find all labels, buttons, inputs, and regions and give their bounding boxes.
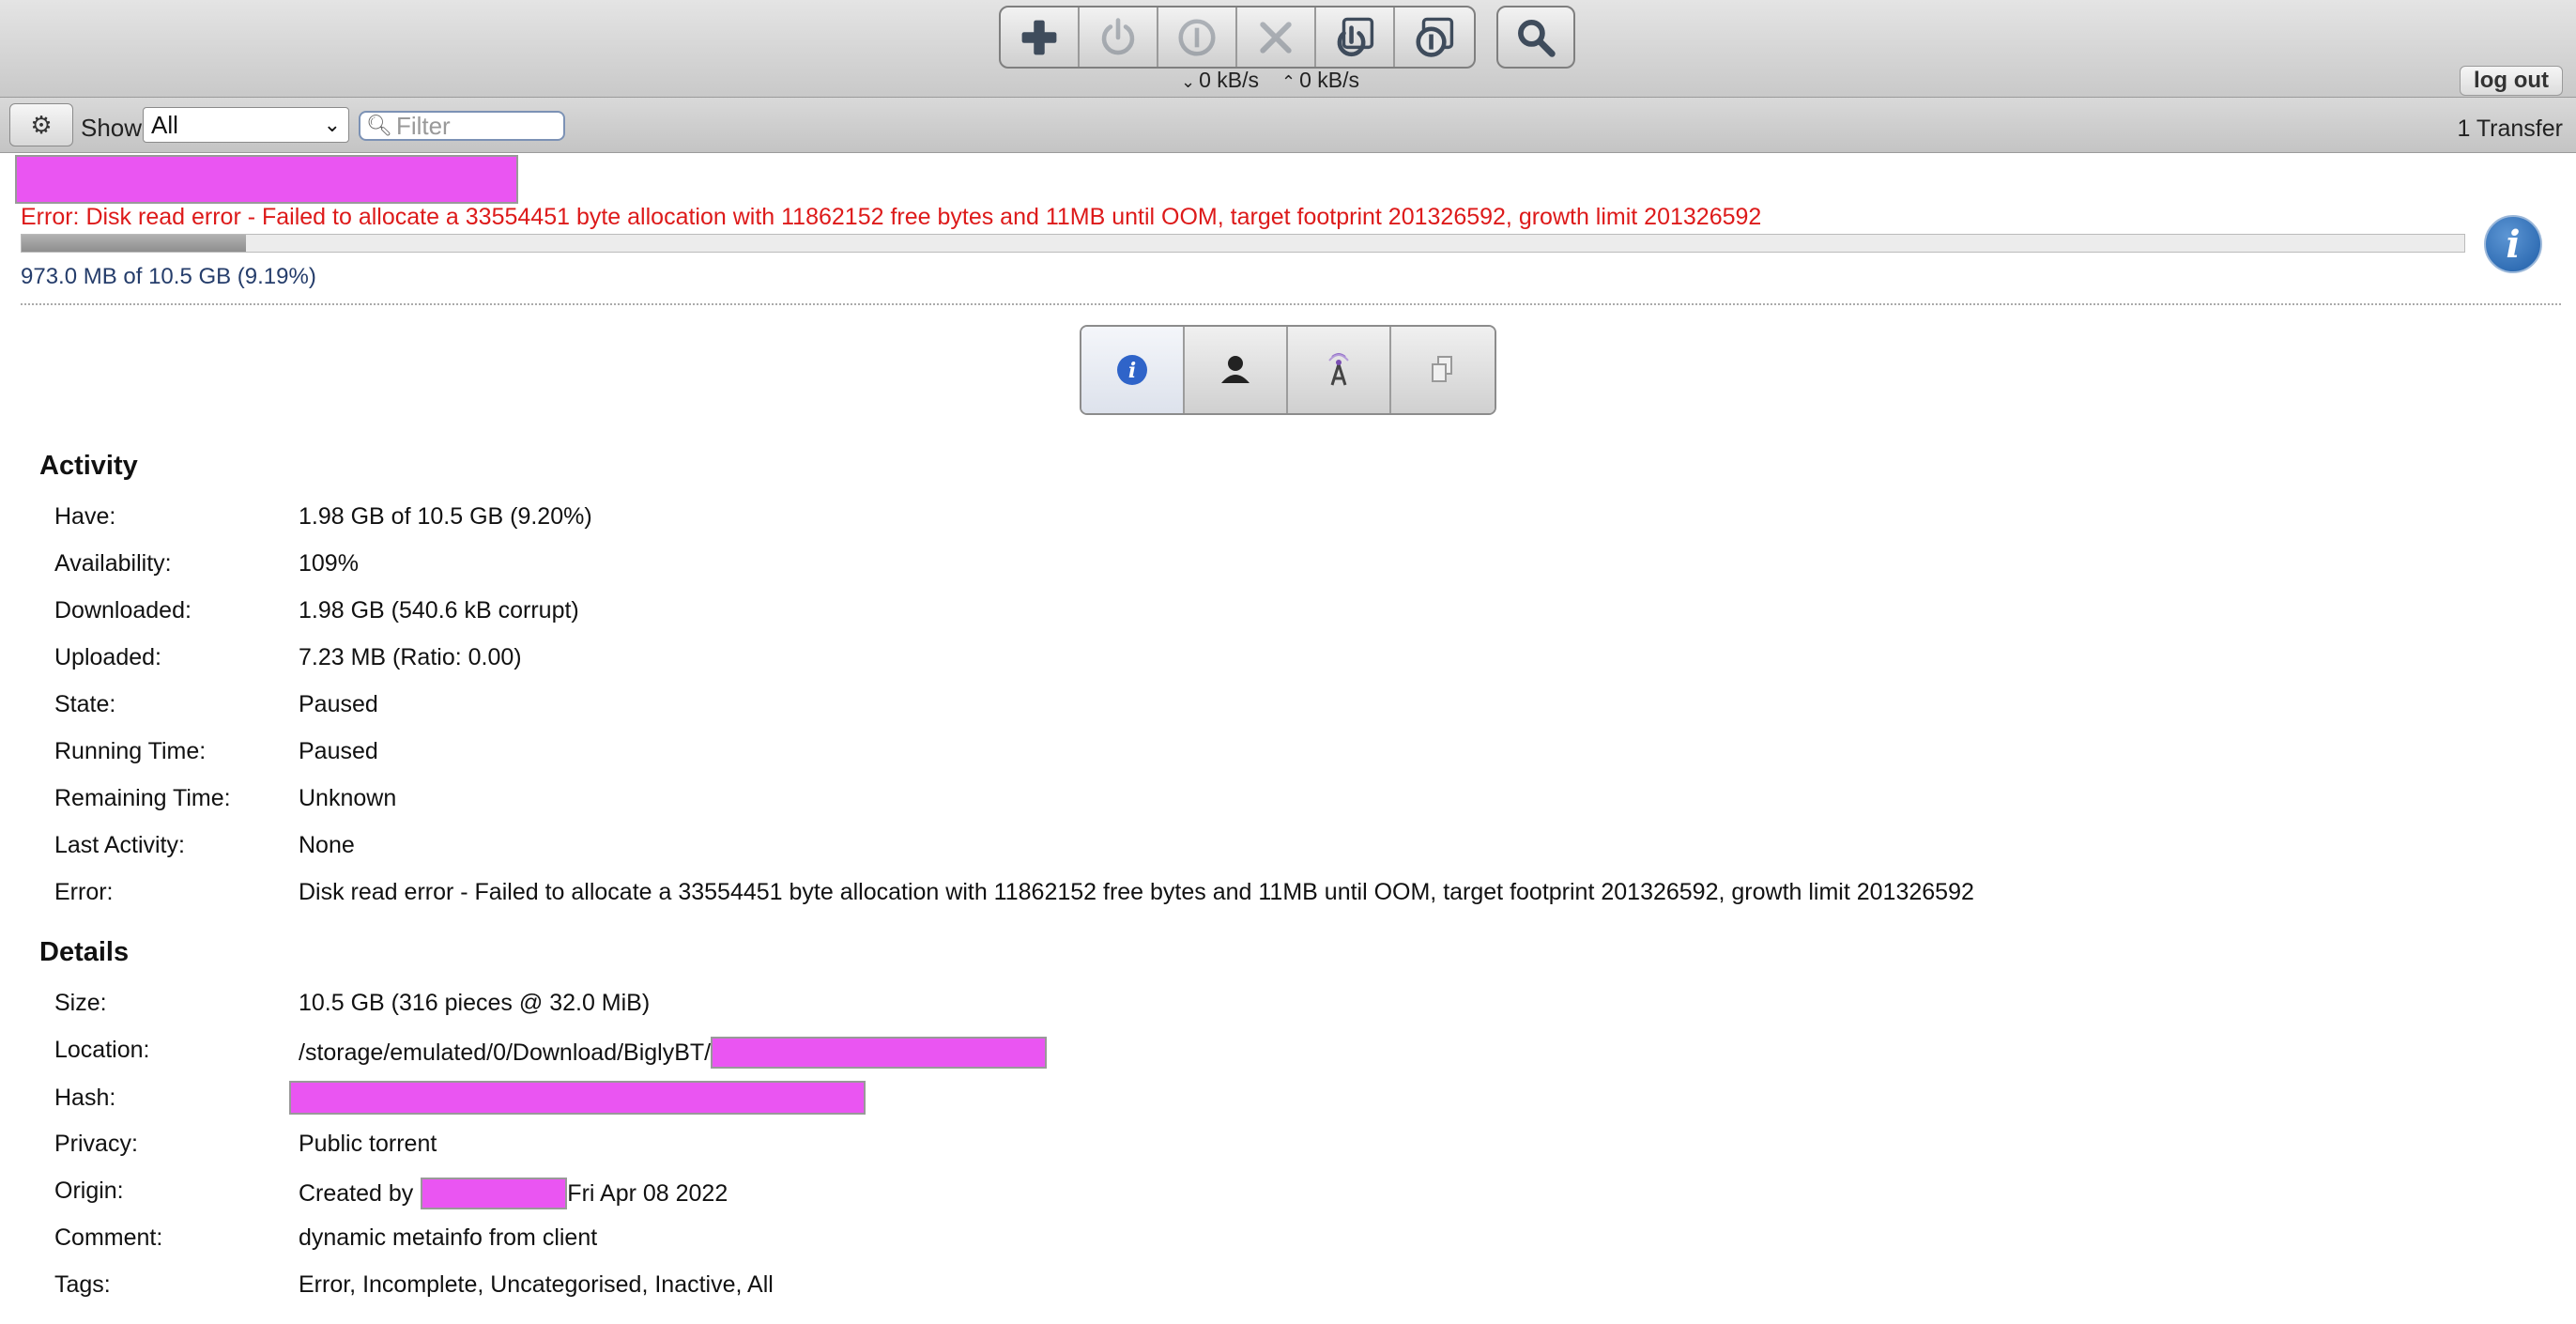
activity-value: Disk read error - Failed to allocate a 3… [299,879,1974,905]
row-divider [21,303,2561,305]
torrent-row[interactable]: Error: Disk read error - Failed to alloc… [0,153,2576,303]
transfer-rates: ⌄ 0 kB/s ⌃ 0 kB/s [1181,68,1359,93]
torrent-name-redacted [15,155,518,204]
activity-value: 109% [299,550,359,577]
detail-value: 10.5 GB (316 pieces @ 32.0 MiB) [299,990,651,1016]
activity-value: Unknown [299,785,397,811]
activity-key: Availability: [54,550,172,577]
tab-info[interactable]: i [1081,327,1185,413]
pause-button[interactable] [1158,8,1237,67]
activity-key: Last Activity: [54,832,185,858]
detail-key: Origin: [54,1178,124,1204]
torrent-progress-fill [22,235,247,252]
gear-icon: ⚙ [30,110,53,139]
detail-key: Comment: [54,1224,163,1251]
plus-icon [1021,20,1057,54]
search-icon [1518,19,1556,57]
detail-key: Tags: [54,1271,111,1298]
svg-text:i: i [1128,359,1136,383]
settings-button[interactable]: ⚙ [9,103,73,146]
location-redacted [711,1037,1048,1069]
location-path: /storage/emulated/0/Download/BiglyBT/ [299,1039,712,1066]
main-toolbar: ⌄ 0 kB/s ⌃ 0 kB/s log out [0,0,2576,98]
origin-creator-redacted [421,1178,568,1209]
torrent-actions-group [999,6,1476,69]
detail-key: Hash: [54,1085,116,1111]
upload-rate: ⌃ 0 kB/s [1281,68,1360,92]
close-icon [1260,21,1292,54]
pause-all-icon [1416,17,1454,57]
filter-placeholder: Filter [395,111,451,140]
detail-value: Error, Incomplete, Uncategorised, Inacti… [299,1271,774,1298]
details-heading: Details [39,937,130,967]
torrent-progress-text: 973.0 MB of 10.5 GB (9.19%) [21,264,316,289]
download-rate: ⌄ 0 kB/s [1181,68,1260,92]
info-icon: i [1117,355,1147,385]
detail-value: /storage/emulated/0/Download/BiglyBT/ [299,1037,1048,1069]
torrent-progress-bar [21,234,2465,253]
detail-value: dynamic metainfo from client [299,1224,598,1251]
detail-key: Privacy: [54,1131,138,1157]
show-filter-value: All [151,111,178,139]
power-icon [1101,17,1135,54]
activity-value: Paused [299,691,378,717]
pause-icon [1178,18,1216,56]
origin-prefix: Created by [299,1179,414,1207]
start-button[interactable] [1080,8,1158,67]
activity-key: Error: [54,879,114,905]
torrent-info-button[interactable]: i [2484,215,2542,273]
activity-key: Remaining Time: [54,785,231,811]
detail-key: Size: [54,990,107,1016]
detail-value: Created by Fri Apr 08 2022 [299,1178,728,1209]
chevron-down-icon: ⌄ [1181,72,1196,91]
chevron-up-icon: ⌃ [1281,72,1296,91]
activity-heading: Activity [39,451,138,481]
search-icon: 🔍︎ [366,114,392,137]
hash-redacted [289,1081,866,1115]
start-all-icon [1337,17,1374,56]
show-label: Show [81,114,143,142]
activity-key: Running Time: [54,738,207,764]
remove-button[interactable] [1237,8,1316,67]
info-icon: i [2506,222,2521,267]
logout-button[interactable]: log out [2460,66,2563,96]
show-filter-select[interactable]: All ⌄ [143,107,349,143]
start-all-button[interactable] [1316,8,1395,67]
activity-key: Uploaded: [54,644,161,670]
tab-files[interactable] [1391,327,1495,413]
filter-input[interactable]: 🔍︎ Filter [359,111,565,141]
tab-trackers[interactable] [1288,327,1391,413]
activity-value: None [299,832,355,858]
activity-key: Downloaded: [54,597,192,624]
chevron-down-icon: ⌄ [323,113,341,136]
inspector-button[interactable] [1498,8,1573,67]
torrent-error-text: Error: Disk read error - Failed to alloc… [21,204,1762,230]
filter-bar: ⚙ Show All ⌄ 🔍︎ Filter 1 Transfer [0,98,2576,153]
activity-value: 1.98 GB (540.6 kB corrupt) [299,597,579,624]
activity-value: 7.23 MB (Ratio: 0.00) [299,644,522,670]
tab-peers[interactable] [1185,327,1288,413]
files-icon [1432,356,1452,382]
detail-value [289,1081,866,1115]
activity-value: 1.98 GB of 10.5 GB (9.20%) [299,503,592,530]
trackers-icon [1328,353,1349,386]
origin-date: Fri Apr 08 2022 [567,1179,728,1207]
activity-key: Have: [54,503,116,530]
inspector-tabs: i [1080,325,1496,415]
detail-key: Location: [54,1037,150,1063]
inspector-toggle-group [1496,6,1575,69]
activity-key: State: [54,691,116,717]
add-torrent-button[interactable] [1001,8,1080,67]
detail-value: Public torrent [299,1131,437,1157]
peers-icon [1221,356,1250,383]
pause-all-button[interactable] [1395,8,1474,67]
transfer-count: 1 Transfer [2457,115,2563,142]
activity-value: Paused [299,738,378,764]
